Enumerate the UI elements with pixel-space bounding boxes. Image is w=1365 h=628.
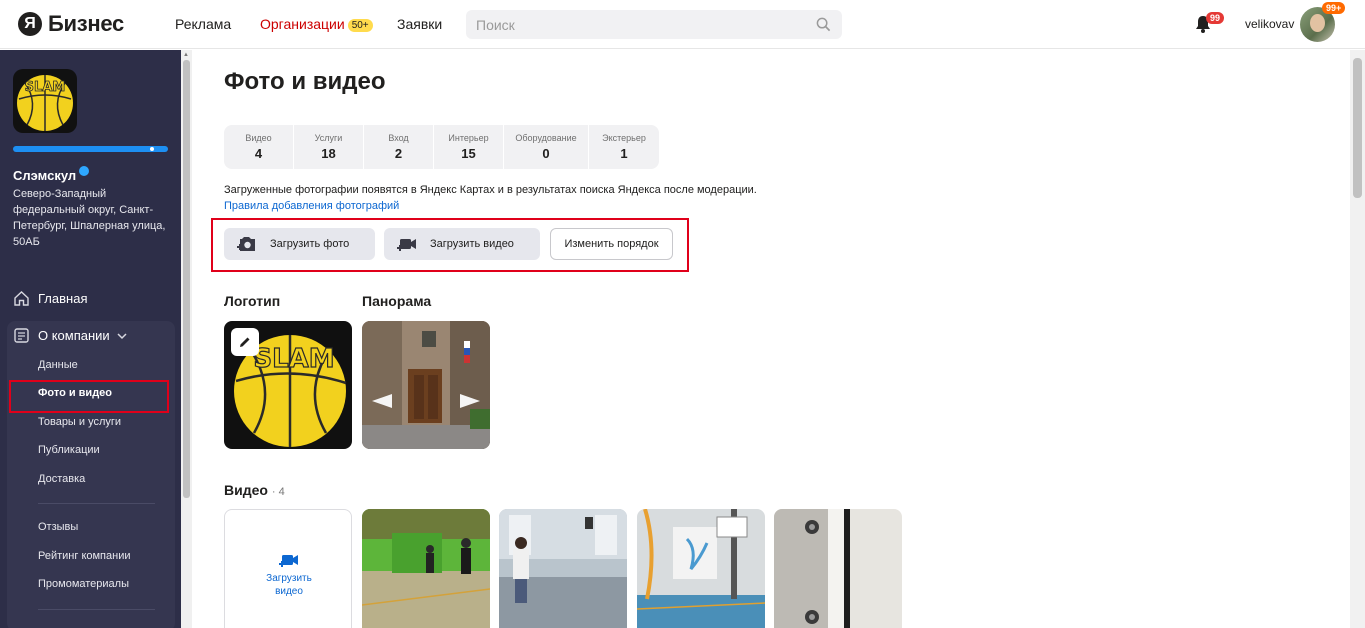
stat-label: Услуги [314, 133, 343, 143]
section-logo-title: Логотип [224, 293, 281, 309]
nav-ads[interactable]: Реклама [175, 16, 231, 32]
video-thumbnail[interactable] [637, 509, 765, 628]
company-name[interactable]: Слэмскул [13, 166, 90, 183]
sidebar-scrollbar-thumb[interactable] [183, 60, 190, 498]
sidebar-item-home[interactable]: Главная [13, 290, 87, 307]
sidebar-item-rating[interactable]: Рейтинг компании [38, 550, 131, 562]
search-icon[interactable] [816, 17, 831, 32]
sidebar-scrollbar[interactable]: ▲ [181, 50, 192, 628]
stat-services[interactable]: Услуги 18 [294, 125, 364, 169]
yandex-logo-icon: Я [18, 12, 42, 36]
stat-value: 15 [461, 146, 476, 161]
stat-entrance[interactable]: Вход 2 [364, 125, 434, 169]
stat-video[interactable]: Видео 4 [224, 125, 294, 169]
basketball-logo-image: SLAM [17, 75, 73, 131]
stat-equipment[interactable]: Оборудование 0 [504, 125, 589, 169]
verified-icon [79, 166, 90, 176]
sidebar-item-home-label: Главная [38, 291, 88, 306]
company-name-text: Слэмскул [13, 168, 77, 183]
document-icon [14, 328, 29, 343]
avatar-badge: 99+ [1322, 2, 1346, 14]
sidebar-divider [38, 503, 155, 504]
sidebar-item-goods-services[interactable]: Товары и услуги [38, 416, 121, 428]
search-input[interactable] [466, 10, 796, 39]
avatar-face [1310, 14, 1325, 32]
stat-value: 18 [321, 146, 336, 161]
sidebar-item-delivery[interactable]: Доставка [38, 473, 85, 485]
profile-progress-bar [13, 146, 168, 152]
stat-label: Экстерьер [602, 133, 646, 143]
video-thumbnail[interactable] [499, 509, 627, 628]
stat-value: 4 [254, 146, 263, 161]
chevron-down-icon [117, 332, 127, 339]
sidebar: SLAM Слэмскул Северо-Западный федеральны… [0, 50, 181, 628]
video-thumbnail-image [362, 509, 490, 628]
sidebar-item-promo[interactable]: Промоматериалы [38, 578, 129, 590]
video-thumbnail-image [499, 509, 627, 628]
nav-organizations[interactable]: Организации 50+ [260, 16, 373, 32]
top-header: Я Бизнес Реклама Организации50+ Заявки 9… [0, 0, 1365, 49]
yandex-business-logo[interactable]: Я Бизнес [18, 11, 124, 37]
nav-requests[interactable]: Заявки [397, 16, 442, 32]
organizations-count-badge: 50+ [347, 19, 373, 32]
video-count: · 4 [271, 486, 285, 498]
section-video-label: Видео [224, 482, 268, 498]
search-box [466, 10, 842, 39]
sidebar-item-reviews[interactable]: Отзывы [38, 521, 78, 533]
video-thumbnail-image [637, 509, 765, 628]
video-thumbnail[interactable] [362, 509, 490, 628]
sidebar-item-about-label: О компании [38, 328, 110, 343]
company-address: Северо-Западный федеральный округ, Санкт… [13, 188, 166, 248]
highlight-action-buttons [211, 218, 689, 272]
home-icon [14, 291, 29, 306]
panorama-thumbnail[interactable] [362, 321, 490, 449]
sidebar-divider-2 [38, 609, 155, 610]
logo-thumbnail[interactable]: SLAM [224, 321, 352, 449]
stat-value: 2 [394, 146, 403, 161]
company-logo[interactable]: SLAM [13, 69, 77, 133]
stat-label: Интерьер [448, 133, 489, 143]
notifications-badge: 99 [1206, 12, 1225, 24]
section-panorama-title: Панорама [362, 293, 432, 309]
progress-dot [150, 147, 154, 151]
photo-rules-link[interactable]: Правила добавления фотографий [224, 200, 399, 212]
upload-video-tile-label: Загрузить видео [266, 573, 312, 597]
video-thumbnail-image [774, 509, 902, 628]
moderation-notice: Загруженные фотографии появятся в Яндекс… [224, 184, 757, 196]
highlight-photo-video-item [9, 380, 169, 413]
panorama-image [362, 321, 490, 449]
video-camera-plus-icon [279, 555, 298, 567]
page-title: Фото и видео [224, 68, 386, 95]
video-thumbnail[interactable] [774, 509, 902, 628]
nav-organizations-label: Организации [260, 16, 345, 32]
user-name-link[interactable]: velikovav [1245, 17, 1294, 31]
section-video-title: Видео · 4 [224, 482, 285, 498]
scroll-up-arrow-icon[interactable]: ▲ [183, 52, 189, 58]
stat-interior[interactable]: Интерьер 15 [434, 125, 504, 169]
stat-value: 1 [620, 146, 628, 161]
basketball-lettering: SLAM [253, 344, 334, 374]
sidebar-item-publications[interactable]: Публикации [38, 444, 100, 456]
logo-text: Бизнес [48, 11, 124, 36]
stat-label: Вход [388, 133, 409, 143]
stat-value: 0 [542, 146, 550, 161]
pencil-icon [240, 337, 250, 347]
main-scrollbar-thumb[interactable] [1353, 58, 1362, 198]
main-scrollbar[interactable] [1350, 50, 1365, 628]
sidebar-item-data[interactable]: Данные [38, 359, 78, 371]
stat-label: Оборудование [515, 133, 577, 143]
stat-label: Видео [245, 133, 272, 143]
logo-lettering: SLAM [25, 80, 66, 95]
media-stats-tabs: Видео 4 Услуги 18 Вход 2 Интерьер 15 Оборудо… [224, 125, 659, 169]
stat-exterior[interactable]: Экстерьер 1 [589, 125, 659, 169]
edit-logo-button[interactable] [231, 328, 259, 356]
upload-video-tile[interactable]: Загрузить видео [224, 509, 352, 628]
sidebar-item-about[interactable]: О компании [13, 327, 136, 344]
